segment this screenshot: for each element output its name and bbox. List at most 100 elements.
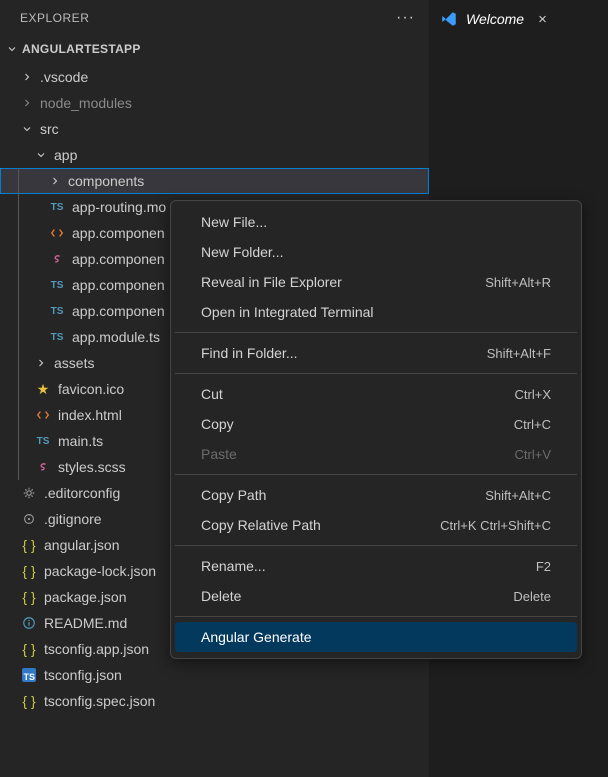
menu-paste: Paste Ctrl+V xyxy=(175,439,577,469)
tree-label: components xyxy=(68,173,144,189)
json-icon: { } xyxy=(20,589,38,605)
menu-new-file[interactable]: New File... xyxy=(175,207,577,237)
menu-separator xyxy=(175,616,577,617)
chevron-down-icon xyxy=(20,123,34,135)
typescript-icon: TS xyxy=(48,202,66,213)
menu-shortcut: Ctrl+K Ctrl+Shift+C xyxy=(440,518,551,533)
menu-rename[interactable]: Rename... F2 xyxy=(175,551,577,581)
json-icon: { } xyxy=(20,641,38,657)
menu-shortcut: Shift+Alt+F xyxy=(487,346,551,361)
menu-shortcut: Ctrl+X xyxy=(515,387,551,402)
tree-label: .gitignore xyxy=(44,511,102,527)
favicon-icon: ★ xyxy=(34,381,52,398)
menu-delete[interactable]: Delete Delete xyxy=(175,581,577,611)
menu-label: Paste xyxy=(201,446,237,462)
menu-label: Rename... xyxy=(201,558,266,574)
tree-label: angular.json xyxy=(44,537,120,553)
tree-label: app-routing.mo xyxy=(72,199,166,215)
chevron-down-icon xyxy=(34,149,48,161)
typescript-icon: TS xyxy=(48,280,66,291)
tree-label: main.ts xyxy=(58,433,103,449)
tree-folder-app[interactable]: app xyxy=(0,142,429,168)
tree-label: app.componen xyxy=(72,303,165,319)
tree-label: tsconfig.json xyxy=(44,667,122,683)
tree-label: index.html xyxy=(58,407,122,423)
menu-separator xyxy=(175,332,577,333)
close-icon[interactable]: × xyxy=(538,11,547,28)
tree-label: favicon.ico xyxy=(58,381,124,397)
scss-icon xyxy=(34,460,52,474)
json-icon: { } xyxy=(20,563,38,579)
tree-label: app.componen xyxy=(72,251,165,267)
tree-label: styles.scss xyxy=(58,459,126,475)
json-icon: { } xyxy=(20,537,38,553)
context-menu: New File... New Folder... Reveal in File… xyxy=(170,200,582,659)
typescript-icon: TS xyxy=(48,306,66,317)
tree-label: app.componen xyxy=(72,225,165,241)
typescript-icon: TS xyxy=(34,436,52,447)
project-header[interactable]: ANGULARTESTAPP xyxy=(0,36,429,62)
tree-label: package-lock.json xyxy=(44,563,156,579)
typescript-box-icon: TS xyxy=(20,668,38,682)
menu-label: Copy Relative Path xyxy=(201,517,321,533)
tree-label: tsconfig.spec.json xyxy=(44,693,155,709)
menu-label: Copy Path xyxy=(201,487,266,503)
tree-label: node_modules xyxy=(40,95,132,111)
menu-separator xyxy=(175,545,577,546)
menu-new-folder[interactable]: New Folder... xyxy=(175,237,577,267)
menu-shortcut: Ctrl+C xyxy=(514,417,551,432)
tree-label: assets xyxy=(54,355,94,371)
menu-angular-generate[interactable]: Angular Generate xyxy=(175,622,577,652)
tree-folder-vscode[interactable]: .vscode xyxy=(0,64,429,90)
menu-separator xyxy=(175,474,577,475)
explorer-title: EXPLORER xyxy=(20,11,89,25)
menu-copy-relative-path[interactable]: Copy Relative Path Ctrl+K Ctrl+Shift+C xyxy=(175,510,577,540)
vscode-logo-icon xyxy=(440,10,458,28)
menu-label: New File... xyxy=(201,214,267,230)
menu-open-terminal[interactable]: Open in Integrated Terminal xyxy=(175,297,577,327)
menu-label: Delete xyxy=(201,588,241,604)
json-icon: { } xyxy=(20,693,38,709)
menu-label: Find in Folder... xyxy=(201,345,298,361)
typescript-icon: TS xyxy=(48,332,66,343)
html-icon xyxy=(34,408,52,422)
editor-tab-welcome[interactable]: Welcome × xyxy=(430,0,608,38)
tree-label: package.json xyxy=(44,589,127,605)
scss-icon xyxy=(48,252,66,266)
chevron-right-icon xyxy=(34,357,48,369)
tree-label: app.componen xyxy=(72,277,165,293)
menu-shortcut: F2 xyxy=(536,559,551,574)
tree-label: README.md xyxy=(44,615,127,631)
html-icon xyxy=(48,226,66,240)
menu-shortcut: Shift+Alt+C xyxy=(485,488,551,503)
menu-shortcut: Delete xyxy=(513,589,551,604)
git-icon xyxy=(20,512,38,526)
tree-folder-src[interactable]: src xyxy=(0,116,429,142)
tree-folder-components[interactable]: components xyxy=(0,168,429,194)
tree-folder-node-modules[interactable]: node_modules xyxy=(0,90,429,116)
tree-label: app xyxy=(54,147,77,163)
menu-copy[interactable]: Copy Ctrl+C xyxy=(175,409,577,439)
tree-label: .editorconfig xyxy=(44,485,120,501)
tree-label: .vscode xyxy=(40,69,88,85)
menu-label: Cut xyxy=(201,386,223,402)
tab-label: Welcome xyxy=(466,11,524,27)
chevron-down-icon xyxy=(6,43,18,55)
info-icon xyxy=(20,616,38,630)
menu-label: New Folder... xyxy=(201,244,283,260)
menu-reveal-explorer[interactable]: Reveal in File Explorer Shift+Alt+R xyxy=(175,267,577,297)
chevron-right-icon xyxy=(20,97,34,109)
tree-label: tsconfig.app.json xyxy=(44,641,149,657)
menu-label: Copy xyxy=(201,416,234,432)
chevron-right-icon xyxy=(20,71,34,83)
menu-copy-path[interactable]: Copy Path Shift+Alt+C xyxy=(175,480,577,510)
tree-file-tsconfig-spec[interactable]: { } tsconfig.spec.json xyxy=(0,688,429,714)
menu-cut[interactable]: Cut Ctrl+X xyxy=(175,379,577,409)
chevron-right-icon xyxy=(48,175,62,187)
menu-find-in-folder[interactable]: Find in Folder... Shift+Alt+F xyxy=(175,338,577,368)
tree-file-tsconfig[interactable]: TS tsconfig.json xyxy=(0,662,429,688)
explorer-header: EXPLORER ··· xyxy=(0,0,429,36)
gear-icon xyxy=(20,486,38,500)
more-actions-icon[interactable]: ··· xyxy=(396,9,415,27)
tree-label: src xyxy=(40,121,59,137)
